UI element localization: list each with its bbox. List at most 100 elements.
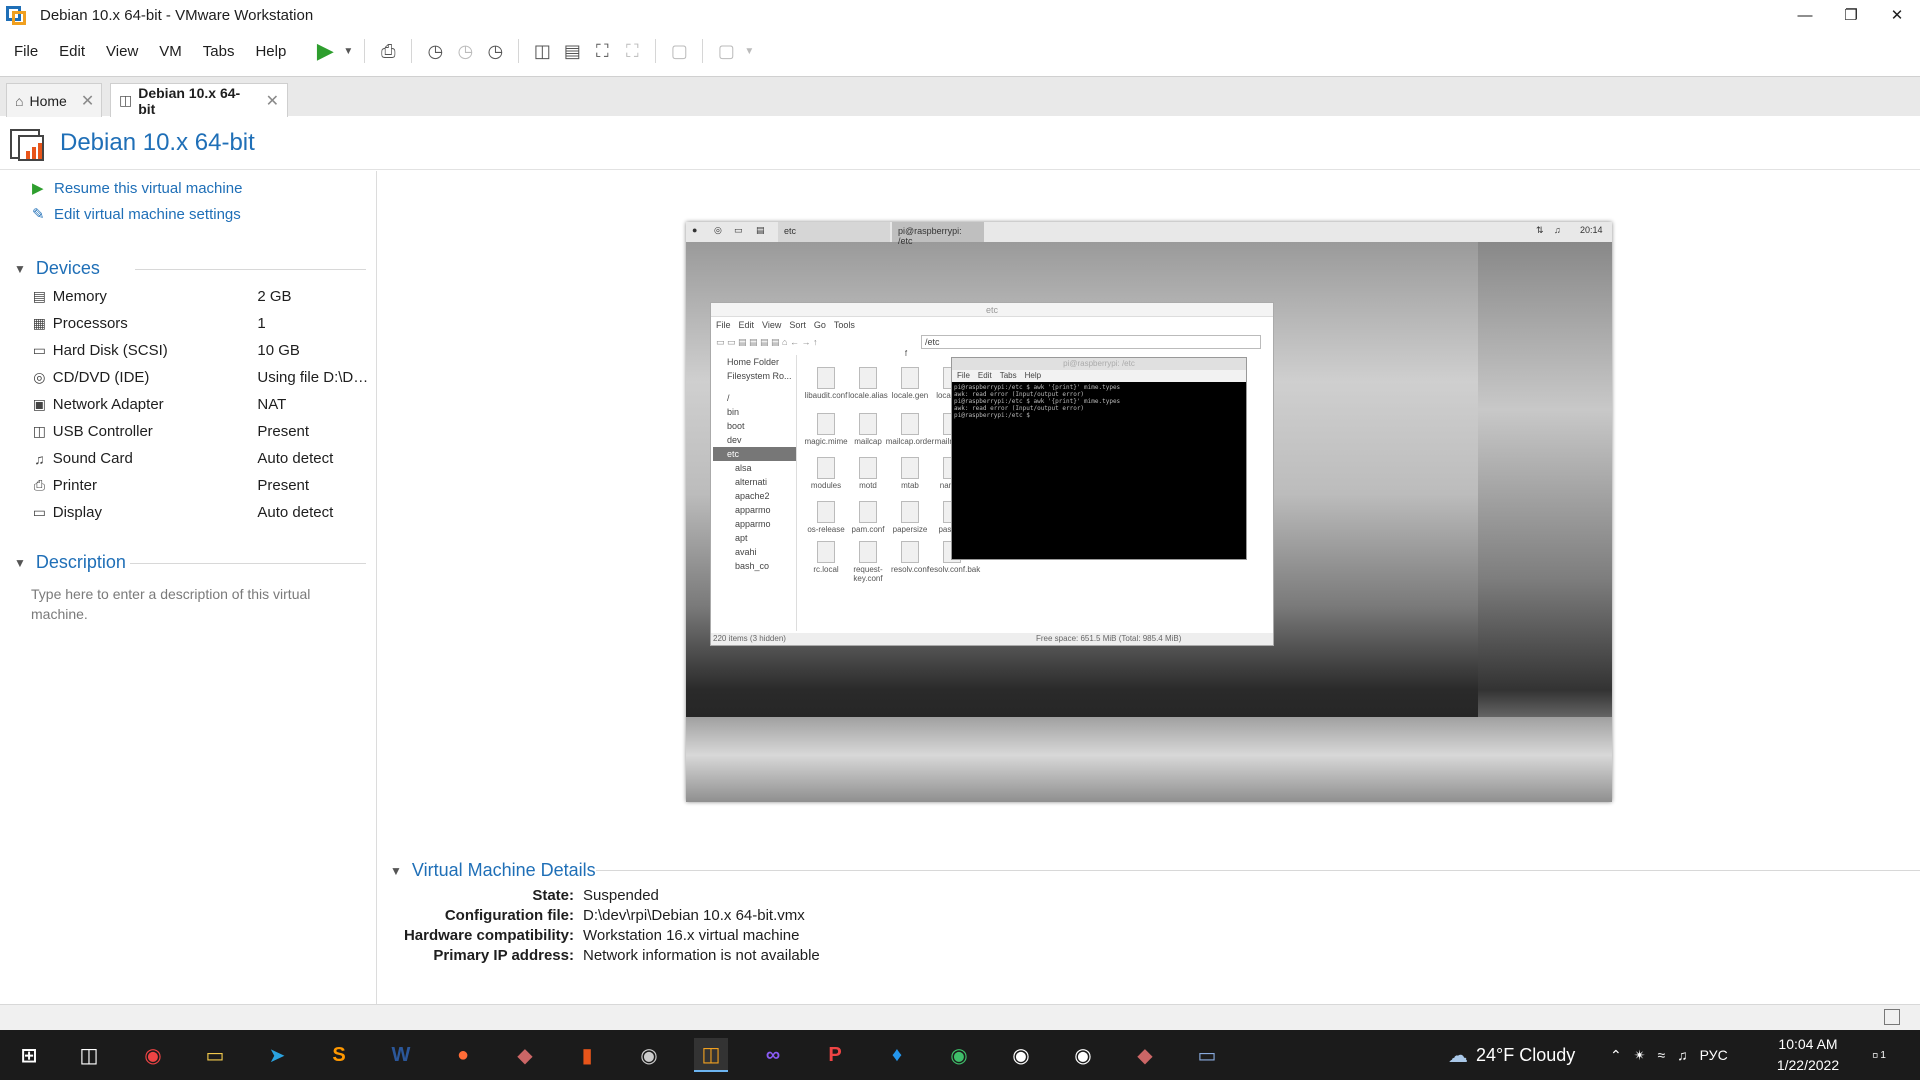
close-tab-icon[interactable]: ✕ xyxy=(266,91,279,111)
menu-file[interactable]: File xyxy=(6,43,46,60)
unity-icon[interactable]: ⛶ xyxy=(617,36,647,66)
close-button[interactable]: ✕ xyxy=(1874,0,1920,30)
device-display[interactable]: ▭ Display Auto detect xyxy=(30,499,370,526)
resume-vm-link[interactable]: ▶ Resume this virtual machine xyxy=(32,179,242,198)
snapshot-icon[interactable]: ◷ xyxy=(420,36,450,66)
edge-icon[interactable]: ◉ xyxy=(942,1038,976,1072)
bridge-icon[interactable]: ◉ xyxy=(1066,1038,1100,1072)
stretch-guest-icon[interactable]: ▢ xyxy=(711,36,741,66)
fm-status-bar: 220 items (3 hidden) Free space: 651.5 M… xyxy=(711,633,1273,645)
tab-home[interactable]: ⌂ Home ✕ xyxy=(6,83,102,117)
volume-tray-icon[interactable]: ♫ xyxy=(1677,1047,1688,1063)
wps-icon[interactable]: ◉ xyxy=(1004,1038,1038,1072)
guest-terminal: pi@raspberrypi: /etc File Edit Tabs Help p… xyxy=(951,357,1247,560)
power-on-icon[interactable]: ▶ xyxy=(310,36,340,66)
cdrom-icon: ◎ xyxy=(33,369,46,385)
detail-hardware-compat: Hardware compatibility: Workstation 16.x … xyxy=(403,926,800,944)
app-tray-icon[interactable]: ✴ xyxy=(1634,1047,1646,1064)
start-icon[interactable]: ⊞ xyxy=(12,1038,46,1072)
git-icon-2[interactable]: ◆ xyxy=(1128,1038,1162,1072)
guest-clock: 20:14 xyxy=(1580,225,1603,235)
guest-taskbutton-etc: etc xyxy=(778,222,890,242)
revert-snapshot-icon[interactable]: ◷ xyxy=(450,36,480,66)
snapshot-manager-icon[interactable]: ◷ xyxy=(480,36,510,66)
menu-vm[interactable]: VM xyxy=(151,43,190,60)
menu-help[interactable]: Help xyxy=(247,43,294,60)
system-tray: ⌃ ✴ ≈ ♫ РУС xyxy=(1610,1030,1728,1080)
window-title: Debian 10.x 64-bit - VMware Workstation xyxy=(40,6,314,24)
stretch-dropdown-icon[interactable]: ▼ xyxy=(741,36,757,66)
visualstudio-icon[interactable]: ∞ xyxy=(756,1038,790,1072)
vm-header: Debian 10.x 64-bit xyxy=(0,116,1920,170)
console-view-icon[interactable]: ▢ xyxy=(664,36,694,66)
network-icon: ▣ xyxy=(32,396,46,412)
language-indicator[interactable]: РУС xyxy=(1700,1047,1728,1063)
edit-vm-settings-link[interactable]: ✎ Edit virtual machine settings xyxy=(32,205,241,224)
edit-vm-settings-label: Edit virtual machine settings xyxy=(54,205,241,223)
device-cd-dvd[interactable]: ◎ CD/DVD (IDE) Using file D:\DId... xyxy=(30,364,370,391)
library-icon[interactable]: ◫ xyxy=(527,36,557,66)
tab-debian[interactable]: ◫ Debian 10.x 64-bit ✕ xyxy=(110,83,288,117)
notes-icon[interactable]: ▭ xyxy=(1190,1038,1224,1072)
wifi-icon[interactable]: ≈ xyxy=(1657,1047,1665,1063)
postman-icon[interactable]: ● xyxy=(446,1038,480,1072)
folder-icon: ▭ xyxy=(734,225,743,235)
device-printer[interactable]: ⎙ Printer Present xyxy=(30,472,370,499)
network-arrows-icon: ⇅ xyxy=(1536,225,1544,235)
docker-icon[interactable]: ♦ xyxy=(880,1038,914,1072)
git-icon[interactable]: ◆ xyxy=(508,1038,542,1072)
message-log-icon[interactable] xyxy=(1884,1009,1900,1025)
collapse-icon: ▼ xyxy=(390,863,402,878)
vpn-icon[interactable]: ◉ xyxy=(632,1038,666,1072)
power-dropdown-icon[interactable]: ▼ xyxy=(340,36,356,66)
vmware-icon xyxy=(6,4,28,26)
usb-icon: ◫ xyxy=(32,423,46,439)
menu-tabs[interactable]: Tabs xyxy=(195,43,243,60)
sublime-icon[interactable]: S xyxy=(322,1038,356,1072)
menu-view[interactable]: View xyxy=(98,43,146,60)
raspberry-icon: ● xyxy=(692,225,698,235)
status-bar xyxy=(0,1004,1920,1030)
vm-details-header[interactable]: ▼ Virtual Machine Details xyxy=(390,860,596,881)
chevron-up-icon[interactable]: ⌃ xyxy=(1610,1047,1622,1064)
menu-edit[interactable]: Edit xyxy=(51,43,93,60)
chrome-icon[interactable]: ◉ xyxy=(136,1038,170,1072)
vm-screen[interactable]: ● ◎ ▭ ▤ etc pi@raspberrypi: /etc ⇅ ♫ 20:… xyxy=(686,222,1612,802)
guest-taskbutton-terminal: pi@raspberrypi: /etc xyxy=(892,222,984,246)
clock-time: 10:04 AM xyxy=(1778,1036,1838,1052)
fm-address: /etc xyxy=(921,335,1261,349)
title-bar: Debian 10.x 64-bit - VMware Workstation … xyxy=(0,0,1920,30)
device-usb-controller[interactable]: ◫ USB Controller Present xyxy=(30,418,370,445)
thumbnail-bar-icon[interactable]: ▤ xyxy=(557,36,587,66)
send-ctrl-alt-del-icon[interactable]: ⎙ xyxy=(373,36,403,66)
device-sound-card[interactable]: ♫ Sound Card Auto detect xyxy=(30,445,370,472)
clock-date: 1/22/2022 xyxy=(1776,1057,1840,1073)
telegram-icon[interactable]: ➤ xyxy=(260,1038,294,1072)
vmware-taskbar-icon[interactable]: ◫ xyxy=(694,1038,728,1072)
terminal-output: pi@raspberrypi:/etc $ awk '{print}' mime… xyxy=(954,384,1121,419)
notification-count: 1 xyxy=(1880,1049,1886,1061)
close-tab-icon[interactable]: ✕ xyxy=(81,91,94,111)
paw-icon[interactable]: P xyxy=(818,1038,852,1072)
device-hard-disk[interactable]: ▭ Hard Disk (SCSI) 10 GB xyxy=(30,337,370,364)
device-memory[interactable]: ▤ Memory 2 GB xyxy=(30,283,370,310)
device-processors[interactable]: ▦ Processors 1 xyxy=(30,310,370,337)
clock[interactable]: 10:04 AM 1/22/2022 xyxy=(1768,1034,1848,1076)
detail-config-file: Configuration file: D:\dev\rpi\Debian 10.… xyxy=(444,906,805,924)
processor-icon: ▦ xyxy=(32,315,46,331)
full-screen-icon[interactable]: ⛶ xyxy=(587,36,617,66)
office-icon[interactable]: ▮ xyxy=(570,1038,604,1072)
description-field[interactable]: Type here to enter a description of this… xyxy=(31,584,351,624)
device-network-adapter[interactable]: ▣ Network Adapter NAT xyxy=(30,391,370,418)
task-view-icon[interactable]: ◫ xyxy=(72,1038,106,1072)
weather-widget[interactable]: ☁ 24°F Cloudy xyxy=(1448,1030,1575,1080)
minimize-button[interactable]: — xyxy=(1782,0,1828,30)
printer-icon: ⎙ xyxy=(33,477,45,493)
tab-strip: ⌂ Home ✕ ◫ Debian 10.x 64-bit ✕ xyxy=(0,76,1920,117)
display-icon: ▭ xyxy=(32,504,46,520)
restore-button[interactable]: ❐ xyxy=(1828,0,1874,30)
word-icon[interactable]: W xyxy=(384,1038,418,1072)
explorer-icon[interactable]: ▭ xyxy=(198,1038,232,1072)
notification-icon[interactable]: ▫ 1 xyxy=(1872,1030,1886,1080)
vm-icon xyxy=(10,125,46,161)
